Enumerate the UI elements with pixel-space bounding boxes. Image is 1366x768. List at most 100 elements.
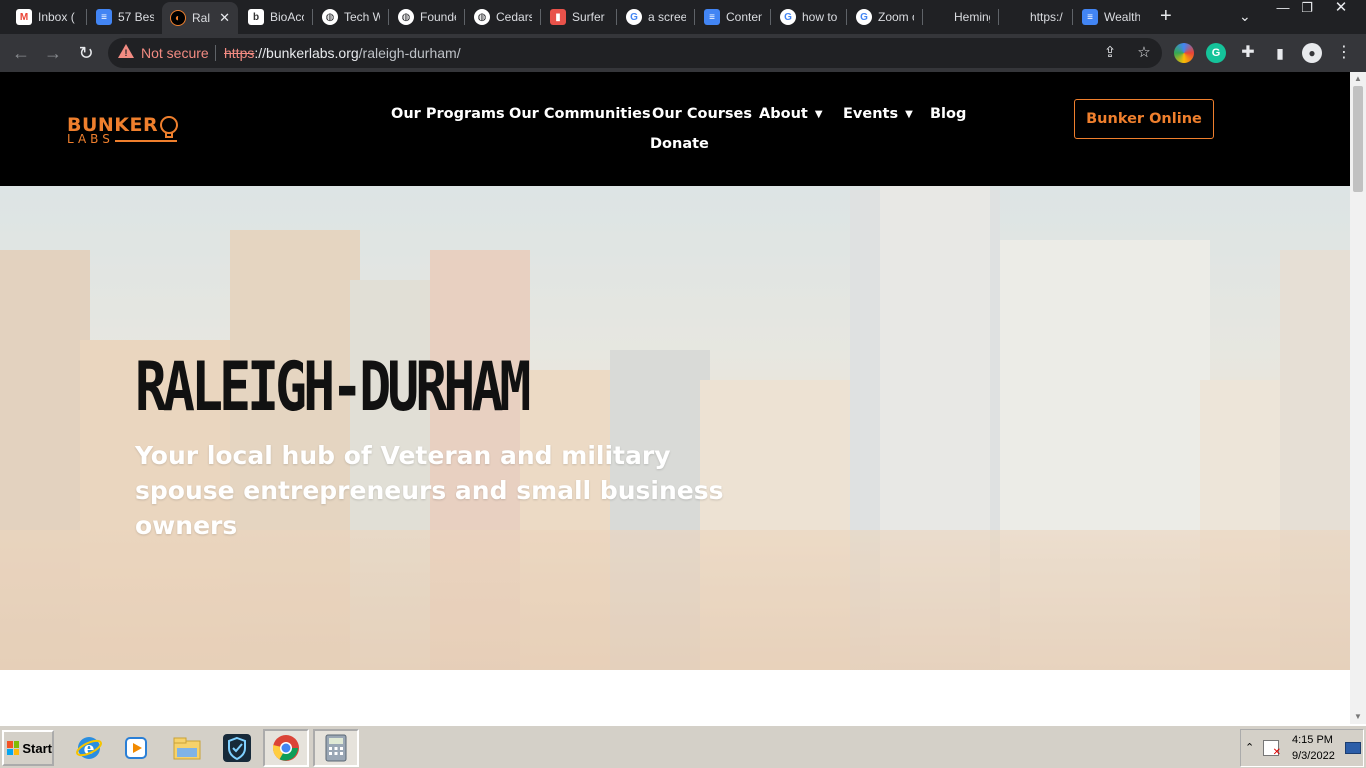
tab-label: how to	[802, 10, 838, 24]
gmail-icon: M	[16, 9, 32, 25]
clock-time[interactable]: 4:15 PM	[1292, 734, 1333, 746]
network-icon[interactable]: ✕	[1263, 740, 1281, 758]
address-bar[interactable]: ! Not secure https://bunkerlabs.org/rale…	[108, 38, 1162, 68]
hero-subtitle: Your local hub of Veteran and military s…	[135, 441, 724, 540]
scroll-down-arrow-icon[interactable]: ▼	[1354, 712, 1362, 721]
docs-icon: ≡	[704, 9, 720, 25]
globe-icon: ◍	[474, 9, 490, 25]
browser-tab-strip: M Inbox ( ≡ 57 Best ◐ Ral ✕ b BioAcce ◍ …	[0, 0, 1366, 34]
tab-label: a scree	[648, 10, 686, 24]
tab-heming[interactable]: Heming	[924, 4, 998, 30]
tab-label: Tech W	[344, 10, 380, 24]
scrollbar-thumb[interactable]	[1353, 86, 1363, 192]
tab-label: 57 Best	[118, 10, 154, 24]
tab-label: Content	[726, 10, 762, 24]
url-text[interactable]: https://bunkerlabs.org/raleigh-durham/	[224, 45, 461, 61]
close-icon[interactable]: ✕	[219, 10, 230, 26]
page-scrollbar[interactable]: ▲ ▼	[1350, 72, 1366, 724]
nav-about[interactable]: About ▼	[759, 106, 823, 122]
tab-surfer[interactable]: ▮ Surfer	[542, 4, 616, 30]
bookmark-star-icon[interactable]: ☆	[1134, 43, 1154, 63]
google-icon: G	[780, 9, 796, 25]
nav-events-label: Events	[843, 106, 899, 122]
tab-zoom[interactable]: G Zoom o	[848, 4, 922, 30]
new-tab-plus-icon[interactable]: +	[1160, 6, 1172, 26]
start-button[interactable]: Start	[2, 730, 54, 766]
nav-our-programs[interactable]: Our Programs	[391, 106, 505, 122]
hero-section: RALEIGH-DURHAM Your local hub of Veteran…	[0, 186, 1350, 670]
tab-docs-57-best[interactable]: ≡ 57 Best	[88, 4, 162, 30]
nav-blog[interactable]: Blog	[930, 106, 966, 122]
file-explorer-icon[interactable]	[164, 729, 210, 767]
nav-our-communities[interactable]: Our Communities	[509, 106, 651, 122]
share-icon[interactable]: ⇪	[1100, 43, 1120, 63]
chevron-down-icon: ▼	[814, 109, 823, 120]
window-close-icon[interactable]: ✕	[1326, 0, 1356, 18]
reload-icon[interactable]: ↻	[75, 42, 97, 64]
nav-donate[interactable]: Donate	[650, 136, 709, 152]
docs-icon: ≡	[96, 9, 112, 25]
nav-events[interactable]: Events ▼	[843, 106, 913, 122]
tab-label: Ral	[192, 11, 211, 25]
tab-https[interactable]: https:/	[1000, 4, 1072, 30]
scroll-up-arrow-icon[interactable]: ▲	[1354, 74, 1362, 83]
grammarly-icon[interactable]: G	[1206, 43, 1226, 63]
hero-title: RALEIGH-DURHAM	[135, 348, 531, 427]
blank-icon	[932, 9, 948, 25]
restore-icon[interactable]: ❐	[1292, 0, 1322, 18]
bunker-labs-logo[interactable]: BUNKER LABS	[67, 114, 187, 148]
tab-label: Inbox (	[38, 10, 75, 24]
tab-raleigh-active[interactable]: ◐ Ral ✕	[162, 2, 238, 34]
tab-content[interactable]: ≡ Content	[696, 4, 770, 30]
lightbulb-icon	[160, 116, 178, 134]
menu-kebab-icon[interactable]: ⋮	[1334, 43, 1354, 63]
forward-arrow-icon[interactable]: →	[42, 42, 64, 64]
extension-color-icon[interactable]	[1174, 43, 1194, 63]
chrome-icon[interactable]	[263, 729, 309, 767]
page-viewport: BUNKER LABS Our Programs Our Communities…	[0, 72, 1350, 724]
nav-our-courses[interactable]: Our Courses	[652, 106, 752, 122]
browser-toolbar: ← → ↻ ! Not secure https://bunkerlabs.or…	[0, 34, 1366, 72]
tab-cedars[interactable]: ◍ Cedars	[466, 4, 540, 30]
tab-wealth[interactable]: ≡ Wealth	[1074, 4, 1148, 30]
url-host: ://bunkerlabs.org	[254, 45, 359, 61]
tab-search-chevron-icon[interactable]: ⌄	[1239, 8, 1251, 25]
tab-label: BioAcce	[270, 10, 304, 24]
tab-founde[interactable]: ◍ Founde	[390, 4, 464, 30]
vpn-shield-icon[interactable]	[214, 729, 260, 767]
tab-google-screenshot[interactable]: G a scree	[618, 4, 694, 30]
chevron-down-icon: ▼	[905, 109, 913, 120]
url-scheme: https	[224, 45, 255, 61]
google-icon: G	[856, 9, 872, 25]
tab-label: Founde	[420, 10, 456, 24]
blank-icon	[1008, 9, 1024, 25]
extensions-puzzle-icon[interactable]: ✚	[1238, 43, 1258, 63]
profile-avatar-icon[interactable]: ●	[1302, 43, 1322, 63]
page-icon: b	[248, 9, 264, 25]
tab-how-to[interactable]: G how to	[772, 4, 846, 30]
tab-tech[interactable]: ◍ Tech W	[314, 4, 388, 30]
tab-bioacce[interactable]: b BioAcce	[240, 4, 312, 30]
tab-label: Zoom o	[878, 10, 914, 24]
show-desktop-icon[interactable]	[1345, 742, 1361, 754]
not-secure-label[interactable]: Not secure	[141, 45, 209, 61]
nav-about-label: About	[759, 106, 808, 122]
back-arrow-icon[interactable]: ←	[10, 42, 32, 64]
docs-icon: ≡	[1082, 9, 1098, 25]
tab-label: https:/	[1030, 10, 1063, 24]
clock-date[interactable]: 9/3/2022	[1292, 750, 1335, 762]
tab-gmail[interactable]: M Inbox (	[8, 4, 86, 30]
calculator-icon[interactable]	[313, 729, 359, 767]
bunker-online-button[interactable]: Bunker Online	[1074, 99, 1214, 139]
start-label: Start	[22, 740, 52, 756]
tab-label: Wealth	[1104, 10, 1140, 24]
windows-logo-icon	[7, 741, 20, 755]
tab-label: Surfer	[572, 10, 605, 24]
tray-expand-icon[interactable]: ⌃	[1245, 741, 1254, 754]
side-panel-icon[interactable]: ▮	[1270, 43, 1290, 63]
surfer-icon: ▮	[550, 9, 566, 25]
media-player-icon[interactable]	[113, 729, 159, 767]
site-header: BUNKER LABS Our Programs Our Communities…	[0, 72, 1350, 186]
tab-label: Heming	[954, 10, 990, 24]
ie-icon[interactable]: e	[66, 729, 112, 767]
